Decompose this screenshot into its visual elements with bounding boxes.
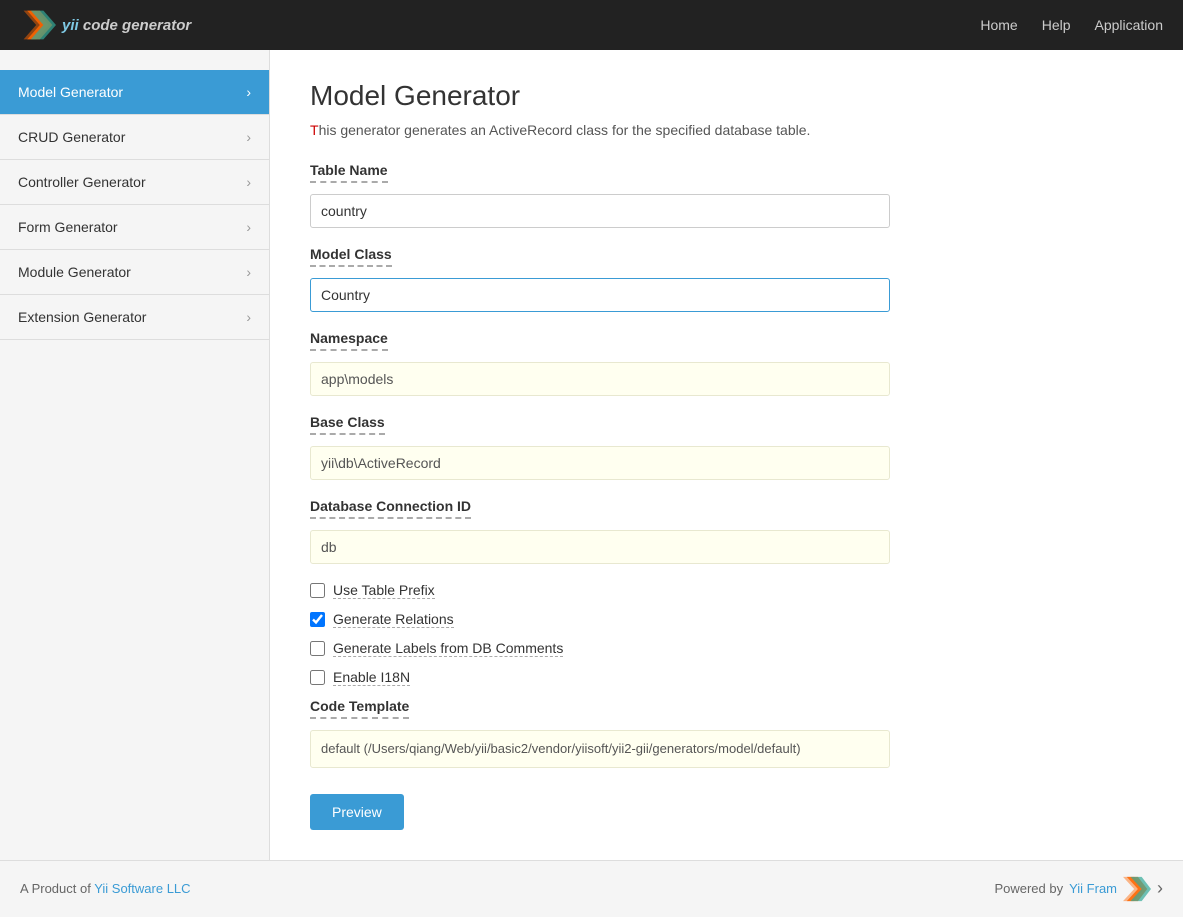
model-class-input[interactable]: [310, 278, 890, 312]
chevron-right-icon: ›: [246, 84, 251, 100]
yii-footer-logo-icon: [1123, 875, 1151, 903]
model-class-label: Model Class: [310, 246, 392, 267]
base-class-label: Base Class: [310, 414, 385, 435]
table-name-label: Table Name: [310, 162, 388, 183]
sidebar-item-controller-generator[interactable]: Controller Generator ›: [0, 160, 269, 205]
sidebar-item-module-generator[interactable]: Module Generator ›: [0, 250, 269, 295]
chevron-right-icon: ›: [246, 174, 251, 190]
generate-labels-label[interactable]: Generate Labels from DB Comments: [333, 640, 563, 657]
base-class-value: yii\db\ActiveRecord: [310, 446, 890, 480]
page-title: Model Generator: [310, 80, 1143, 112]
framework-link[interactable]: Yii Fram: [1069, 881, 1117, 896]
generate-relations-label[interactable]: Generate Relations: [333, 611, 454, 628]
db-connection-value: db: [310, 530, 890, 564]
chevron-right-icon: ›: [246, 219, 251, 235]
generate-labels-group: Generate Labels from DB Comments: [310, 640, 1143, 657]
chevron-right-icon: ›: [246, 129, 251, 145]
content-area: Model Generator This generator generates…: [270, 50, 1183, 860]
model-class-group: Model Class: [310, 246, 1143, 312]
sidebar-item-model-generator[interactable]: Model Generator ›: [0, 70, 269, 115]
main-layout: Model Generator › CRUD Generator › Contr…: [0, 50, 1183, 860]
use-table-prefix-group: Use Table Prefix: [310, 582, 1143, 599]
scroll-arrow[interactable]: ›: [1157, 878, 1163, 899]
page-description: This generator generates an ActiveRecord…: [310, 122, 1143, 138]
table-name-group: Table Name: [310, 162, 1143, 228]
namespace-label: Namespace: [310, 330, 388, 351]
enable-i18n-label[interactable]: Enable I18N: [333, 669, 410, 686]
footer-left: A Product of Yii Software LLC: [20, 881, 191, 896]
sidebar-item-crud-generator[interactable]: CRUD Generator ›: [0, 115, 269, 160]
company-link[interactable]: Yii Software LLC: [94, 881, 190, 896]
nav-help[interactable]: Help: [1042, 17, 1071, 33]
yii-logo-icon: [20, 7, 56, 43]
logo: yii code generator: [20, 7, 191, 43]
chevron-right-icon: ›: [246, 264, 251, 280]
header-nav: Home Help Application: [980, 17, 1163, 33]
db-connection-group: Database Connection ID db: [310, 498, 1143, 564]
sidebar-item-extension-generator[interactable]: Extension Generator ›: [0, 295, 269, 340]
table-name-input[interactable]: [310, 194, 890, 228]
sidebar-item-form-generator[interactable]: Form Generator ›: [0, 205, 269, 250]
namespace-value: app\models: [310, 362, 890, 396]
use-table-prefix-checkbox[interactable]: [310, 583, 325, 598]
code-template-value: default (/Users/qiang/Web/yii/basic2/ven…: [310, 730, 890, 768]
namespace-group: Namespace app\models: [310, 330, 1143, 396]
preview-button[interactable]: Preview: [310, 794, 404, 830]
logo-text: yii code generator: [62, 17, 191, 34]
generate-relations-group: Generate Relations: [310, 611, 1143, 628]
footer: A Product of Yii Software LLC Powered by…: [0, 860, 1183, 917]
code-template-group: Code Template default (/Users/qiang/Web/…: [310, 698, 1143, 768]
header: yii code generator Home Help Application: [0, 0, 1183, 50]
use-table-prefix-label[interactable]: Use Table Prefix: [333, 582, 435, 599]
nav-application[interactable]: Application: [1095, 17, 1164, 33]
generate-labels-checkbox[interactable]: [310, 641, 325, 656]
code-template-label: Code Template: [310, 698, 409, 719]
generate-relations-checkbox[interactable]: [310, 612, 325, 627]
nav-home[interactable]: Home: [980, 17, 1017, 33]
footer-right: Powered by Yii Fram ›: [994, 875, 1163, 903]
enable-i18n-checkbox[interactable]: [310, 670, 325, 685]
enable-i18n-group: Enable I18N: [310, 669, 1143, 686]
db-connection-label: Database Connection ID: [310, 498, 471, 519]
chevron-right-icon: ›: [246, 309, 251, 325]
base-class-group: Base Class yii\db\ActiveRecord: [310, 414, 1143, 480]
sidebar: Model Generator › CRUD Generator › Contr…: [0, 50, 270, 860]
